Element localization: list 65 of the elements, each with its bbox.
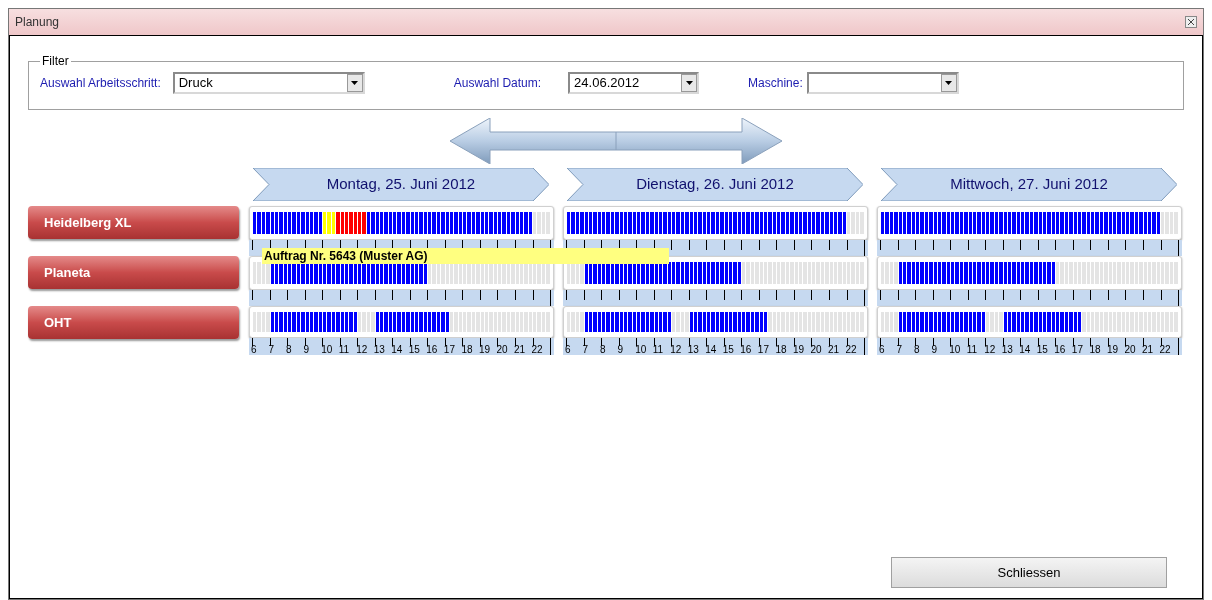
day-header: Dienstag, 26. Juni 2012 — [567, 168, 863, 201]
right-arrow-button[interactable] — [616, 118, 782, 164]
field-label: Auswahl Datum: — [453, 75, 542, 92]
hour-label: 12 — [670, 344, 682, 355]
day-header: Mittwoch, 27. Juni 2012 — [881, 168, 1177, 201]
hour-label: 21 — [1141, 344, 1154, 355]
left-arrow-button[interactable] — [450, 118, 616, 164]
field-label: Auswahl Arbeitsschritt: — [40, 75, 161, 92]
dropdown-field[interactable]: 24.06.2012 — [568, 72, 700, 94]
machine-button[interactable]: OHT — [28, 306, 239, 339]
hour-label: 15 — [408, 344, 420, 355]
hour-label: 10 — [321, 344, 333, 355]
dropdown-arrow-icon — [685, 81, 693, 85]
hour-label: 16 — [426, 344, 438, 355]
hour-label: 17 — [443, 344, 455, 355]
dropdown-arrow-icon — [351, 81, 359, 85]
hour-label: 11 — [338, 344, 350, 355]
hour-label: 16 — [1054, 344, 1066, 355]
group-title: Filter — [41, 53, 70, 70]
hour-label: 20 — [496, 344, 508, 355]
close-window-button[interactable]: Schliessen — [891, 557, 1167, 588]
dropdown-field[interactable] — [806, 72, 959, 94]
hour-label: 19 — [478, 344, 491, 355]
hour-label: 13 — [1001, 344, 1013, 355]
hour-label: 17 — [1071, 344, 1083, 355]
hour-label: 12 — [356, 344, 368, 355]
hour-label: 18 — [461, 344, 473, 355]
hour-label: 22 — [1159, 344, 1171, 355]
tooltip: Auftrag Nr. 5643 (Muster AG) — [262, 248, 669, 264]
hour-label: 18 — [1089, 344, 1101, 355]
machine-button[interactable]: Planeta — [28, 256, 239, 289]
hour-label: 22 — [531, 344, 543, 355]
dropdown-field[interactable]: Druck — [172, 72, 365, 94]
hour-label: 20 — [810, 344, 822, 355]
hour-label: 17 — [757, 344, 769, 355]
hour-label: 10 — [949, 344, 961, 355]
hour-label: 22 — [845, 344, 857, 355]
hour-label: 11 — [652, 344, 664, 355]
field-label: Maschine: — [748, 75, 803, 92]
hour-label: 21 — [827, 344, 840, 355]
hour-label: 15 — [722, 344, 734, 355]
hour-label: 6 — [879, 344, 885, 355]
hour-label: 14 — [1019, 344, 1031, 355]
hour-label: 20 — [1124, 344, 1136, 355]
hour-label: 15 — [1036, 344, 1048, 355]
hour-label: 13 — [687, 344, 699, 355]
hour-label: 10 — [635, 344, 647, 355]
hour-label: 13 — [373, 344, 385, 355]
hour-label: 19 — [1106, 344, 1119, 355]
hour-label: 12 — [984, 344, 996, 355]
hour-label: 19 — [792, 344, 805, 355]
day-header: Montag, 25. Juni 2012 — [253, 168, 549, 201]
window-title: Planung — [15, 14, 60, 31]
hour-label: 16 — [740, 344, 752, 355]
hour-label: 11 — [966, 344, 978, 355]
hour-label: 14 — [391, 344, 403, 355]
close-button[interactable] — [1185, 16, 1197, 28]
dropdown-arrow-icon — [945, 81, 953, 85]
hour-label: 18 — [775, 344, 787, 355]
close-icon — [1188, 19, 1194, 25]
hour-label: 6 — [565, 344, 571, 355]
hour-label: 6 — [251, 344, 257, 355]
machine-button[interactable]: Heidelberg XL — [28, 206, 239, 239]
hour-label: 14 — [705, 344, 717, 355]
hour-label: 21 — [513, 344, 526, 355]
